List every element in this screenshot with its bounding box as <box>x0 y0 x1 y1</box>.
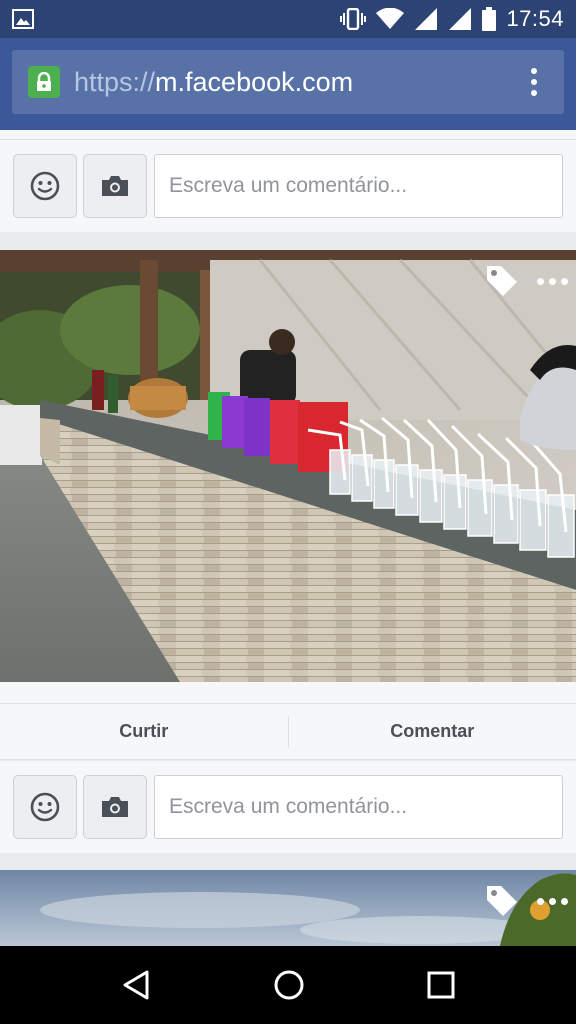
comment-composer: Escreva um comentário... <box>0 761 576 853</box>
emoji-button[interactable] <box>13 775 77 839</box>
url-scheme: https:// <box>74 66 156 97</box>
signal-icon <box>415 8 438 30</box>
recents-icon[interactable] <box>427 971 455 999</box>
more-icon[interactable] <box>537 897 568 905</box>
url-bar[interactable]: https://m.facebook.com <box>12 50 564 114</box>
battery-icon <box>482 7 497 31</box>
bar-counter-photo <box>0 250 576 682</box>
post-photo[interactable] <box>0 250 576 682</box>
photo-overlay <box>485 884 568 918</box>
signal-icon <box>449 8 472 30</box>
wifi-icon <box>376 8 405 29</box>
feed-gap <box>0 232 576 250</box>
post-actions: Curtir Comentar <box>0 704 576 760</box>
home-icon[interactable] <box>273 969 305 1001</box>
comment-button[interactable]: Comentar <box>289 721 576 742</box>
photo-button[interactable] <box>83 775 147 839</box>
tag-icon[interactable] <box>485 264 519 298</box>
image-notification-icon <box>12 9 34 29</box>
url-host: m.facebook.com <box>155 66 354 97</box>
vibrate-icon <box>340 8 367 30</box>
smiley-icon <box>30 171 60 201</box>
url-text[interactable]: https://m.facebook.com <box>74 67 353 98</box>
photo-button[interactable] <box>83 154 147 218</box>
lock-icon <box>28 66 60 98</box>
status-bar: 17:54 <box>0 0 576 38</box>
more-icon[interactable] <box>537 277 568 285</box>
like-button[interactable]: Curtir <box>0 721 288 742</box>
camera-icon <box>102 797 128 817</box>
feed-gap <box>0 853 576 870</box>
overflow-menu-icon[interactable] <box>518 62 550 102</box>
browser-toolbar: https://m.facebook.com <box>0 38 576 130</box>
status-time: 17:54 <box>506 6 564 31</box>
back-icon[interactable] <box>121 969 151 1001</box>
comment-input[interactable]: Escreva um comentário... <box>154 154 563 218</box>
emoji-button[interactable] <box>13 154 77 218</box>
post-separator <box>0 130 576 140</box>
comment-input[interactable]: Escreva um comentário... <box>154 775 563 839</box>
system-nav-bar <box>0 946 576 1024</box>
camera-icon <box>102 176 128 196</box>
post-meta-strip <box>0 682 576 704</box>
smiley-icon <box>30 792 60 822</box>
post-photo[interactable] <box>0 870 576 946</box>
comment-composer: Escreva um comentário... <box>0 140 576 232</box>
tag-icon[interactable] <box>485 884 519 918</box>
photo-overlay <box>485 264 568 298</box>
